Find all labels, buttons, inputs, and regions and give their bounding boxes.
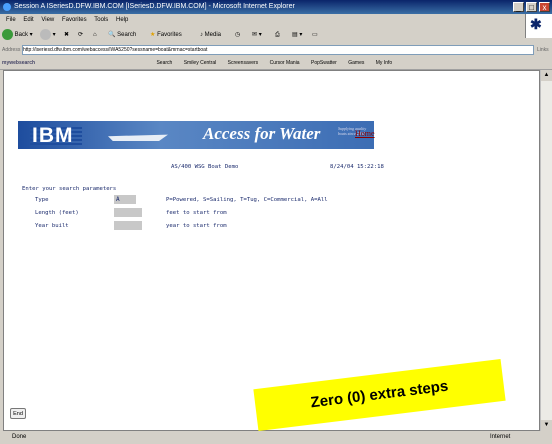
forward-arrow-icon <box>40 29 51 40</box>
ibm-logo: IBM <box>32 124 74 147</box>
datetime: 8/24/04 15:22:18 <box>330 164 384 170</box>
menu-view[interactable]: View <box>41 17 54 23</box>
search-button[interactable]: 🔍 Search <box>108 29 136 42</box>
status-zone: Internet <box>490 434 511 440</box>
favorites-button[interactable]: ★ Favorites <box>150 29 182 42</box>
link-search[interactable]: Search <box>156 60 172 66</box>
search-prompt: Enter your search parameters <box>22 186 117 192</box>
vertical-scrollbar[interactable]: ▲ ▼ <box>540 70 552 431</box>
length-help: feet to start from <box>166 210 227 216</box>
length-label: Length (feet) <box>35 210 79 216</box>
year-input[interactable] <box>114 221 142 230</box>
refresh-icon[interactable]: ⟳ <box>78 29 83 42</box>
type-input[interactable]: A <box>114 195 136 204</box>
menu-tools[interactable]: Tools <box>94 17 108 23</box>
year-help: year to start from <box>166 223 227 229</box>
print-icon[interactable]: ⎙ <box>275 29 280 42</box>
length-input[interactable] <box>114 208 142 217</box>
type-label: Type <box>35 197 49 203</box>
stop-icon[interactable]: ✖ <box>64 29 69 42</box>
close-button[interactable]: x <box>539 2 550 12</box>
menu-edit[interactable]: Edit <box>23 17 33 23</box>
menu-bar: File Edit View Favorites Tools Help <box>0 14 552 26</box>
star-icon: ★ <box>150 32 156 38</box>
scroll-down-icon[interactable]: ▼ <box>541 420 552 431</box>
menu-file[interactable]: File <box>6 17 16 23</box>
edit-icon[interactable]: ▤ ▾ <box>292 29 302 42</box>
boat-image <box>108 134 168 141</box>
banner: IBM Access for Water Supplying quality b… <box>18 121 374 149</box>
end-button[interactable]: End <box>10 408 26 419</box>
back-arrow-icon <box>2 29 13 40</box>
link-cursor-mania[interactable]: Cursor Mania <box>270 60 300 66</box>
home-link[interactable]: Home <box>355 129 375 138</box>
link-popswatter[interactable]: PopSwatter <box>311 60 337 66</box>
minimize-button[interactable]: _ <box>513 2 524 12</box>
year-label: Year built <box>35 223 69 229</box>
windows-logo: ✱ <box>525 14 552 38</box>
forward-button[interactable]: ▾ <box>40 29 56 42</box>
history-icon[interactable]: ◷ <box>235 29 240 42</box>
search-toolbar: mywebsearch Search Smiley Central Screen… <box>0 57 552 70</box>
folder-icon[interactable]: ▭ <box>312 29 318 42</box>
link-screensavers[interactable]: Screensavers <box>228 60 259 66</box>
banner-headline: Access for Water <box>203 124 321 143</box>
status-bar: Done Internet <box>0 431 552 444</box>
back-button[interactable]: Back ▾ <box>2 29 33 42</box>
page-heading: AS/400 WSG Boat Demo <box>171 164 239 170</box>
link-games[interactable]: Games <box>348 60 364 66</box>
mail-icon[interactable]: ✉ ▾ <box>252 29 262 42</box>
address-label: Address <box>2 47 21 53</box>
address-bar: Address http://iseriesd.dfw.ibm.com/weba… <box>0 44 552 57</box>
menu-favorites[interactable]: Favorites <box>62 17 87 23</box>
scroll-up-icon[interactable]: ▲ <box>541 70 552 81</box>
link-smiley-central[interactable]: Smiley Central <box>184 60 217 66</box>
mywebsearch-logo: mywebsearch <box>2 60 36 66</box>
media-button[interactable]: ♪ Media <box>200 29 221 42</box>
type-help: P=Powered, S=Sailing, T=Tug, C=Commercia… <box>166 197 328 203</box>
toolbar: Back ▾ ▾ ✖ ⟳ ⌂ 🔍 Search ★ Favorites ♪ Me… <box>0 26 525 44</box>
address-input[interactable]: http://iseriesd.dfw.ibm.com/webaccess/iW… <box>22 45 534 55</box>
menu-help[interactable]: Help <box>116 17 128 23</box>
links-label[interactable]: Links <box>537 44 549 57</box>
status-done: Done <box>12 434 27 440</box>
title-bar: Session A ISeriesD.DFW.IBM.COM [ISeriesD… <box>0 0 552 14</box>
maximize-button[interactable]: □ <box>526 2 537 12</box>
home-icon[interactable]: ⌂ <box>93 29 97 42</box>
window-title: Session A ISeriesD.DFW.IBM.COM [ISeriesD… <box>14 3 295 10</box>
ie-icon <box>3 3 11 11</box>
link-my-info[interactable]: My Info <box>376 60 392 66</box>
